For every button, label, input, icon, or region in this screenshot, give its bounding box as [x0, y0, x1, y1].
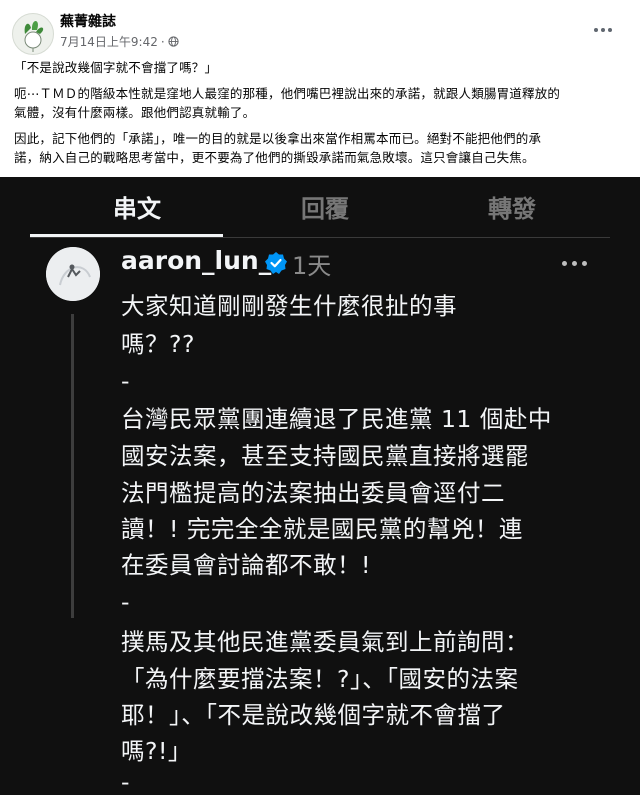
thread-text-line: 讀！! 完完全全就是國民黨的幫兇！連	[121, 515, 523, 543]
dot-icon	[582, 260, 587, 266]
thread-text-line: -	[121, 588, 130, 616]
thread-text-line: -	[121, 367, 130, 395]
thread-connector-line	[71, 314, 74, 618]
page-name[interactable]: 蕪菁雜誌	[60, 11, 116, 31]
post-timestamp[interactable]: 7月14日上午9:42 ·	[60, 33, 179, 50]
user-avatar-image	[46, 247, 100, 301]
user-avatar[interactable]	[46, 247, 100, 301]
thread-text-line: -	[121, 768, 130, 796]
post-quote: 「不是說改幾個字就不會擋了嗎？」	[14, 60, 218, 75]
text-line: 呃⋯ＴＭＤ的階級本性就是窪地人最窪的那種，他們嘴巴裡說出來的承諾，就跟人類腸胃道…	[14, 86, 561, 101]
thread-more-button[interactable]	[562, 256, 592, 270]
active-tab-indicator	[30, 234, 223, 237]
dot-icon	[594, 28, 598, 32]
text-line: 因此，記下他們的「承諾」，唯一的目的就是以後拿出來當作相罵本而已。絕對不能把他們…	[14, 131, 542, 146]
post-paragraph-2: 因此，記下他們的「承諾」，唯一的目的就是以後拿出來當作相罵本而已。絕對不能把他們…	[14, 129, 626, 167]
thread-text-line: 在委員會討論都不敢！!	[121, 551, 371, 579]
timestamp-text[interactable]: 7月14日上午9:42	[60, 33, 158, 50]
turnip-logo-icon	[24, 21, 44, 52]
tab-threads[interactable]: 串文	[113, 189, 161, 224]
thread-text-line: 嗎？??	[121, 330, 195, 358]
thread-text-line: 大家知道剛剛發生什麼很扯的事	[121, 292, 457, 320]
dot-icon	[572, 260, 577, 266]
page-avatar[interactable]	[12, 13, 54, 55]
more-options-button[interactable]	[588, 20, 618, 40]
dot-icon	[601, 28, 605, 32]
dot-icon	[562, 260, 567, 266]
thread-text-line: 法門檻提高的法案抽出委員會逕付二	[121, 479, 505, 507]
globe-icon	[168, 36, 179, 47]
username[interactable]: aaron_lun_	[121, 246, 271, 275]
tab-replies[interactable]: 回覆	[301, 189, 349, 224]
post-header: 蕪菁雜誌 7月14日上午9:42 ·	[0, 0, 640, 60]
text-line: 諾，納入自己的戰略思考當中，更不要為了他們的撕毀承諾而氣急敗壞。這只會讓自己失焦…	[14, 150, 535, 165]
text-line: 氣體，沒有什麼兩樣。跟他們認真就輸了。	[14, 105, 256, 120]
thread-text-line: 撲馬及其他民進黨委員氣到上前詢問：	[121, 628, 529, 656]
post-age: 1天	[292, 252, 332, 280]
verified-badge-icon	[265, 252, 287, 274]
dot-separator: ·	[160, 34, 165, 49]
thread-text-line: 耶！」、「不是說改幾個字就不會擋了	[121, 701, 506, 729]
thread-text-line: 嗎?!」	[121, 737, 192, 765]
thread-text-line: 台灣民眾黨團連續退了民進黨 11 個赴中	[121, 405, 552, 433]
tab-reposts[interactable]: 轉發	[488, 189, 536, 224]
thread-text-line: 「為什麼要擋法案！?」、「國安的法案	[121, 665, 519, 693]
dot-icon	[608, 28, 612, 32]
post-paragraph-1: 呃⋯ＴＭＤ的階級本性就是窪地人最窪的那種，他們嘴巴裡說出來的承諾，就跟人類腸胃道…	[14, 84, 626, 122]
threads-tab-bar: 串文 回覆 轉發	[30, 177, 610, 238]
thread-text-line: 國安法案，甚至支持國民黨直接將選罷	[121, 442, 529, 470]
